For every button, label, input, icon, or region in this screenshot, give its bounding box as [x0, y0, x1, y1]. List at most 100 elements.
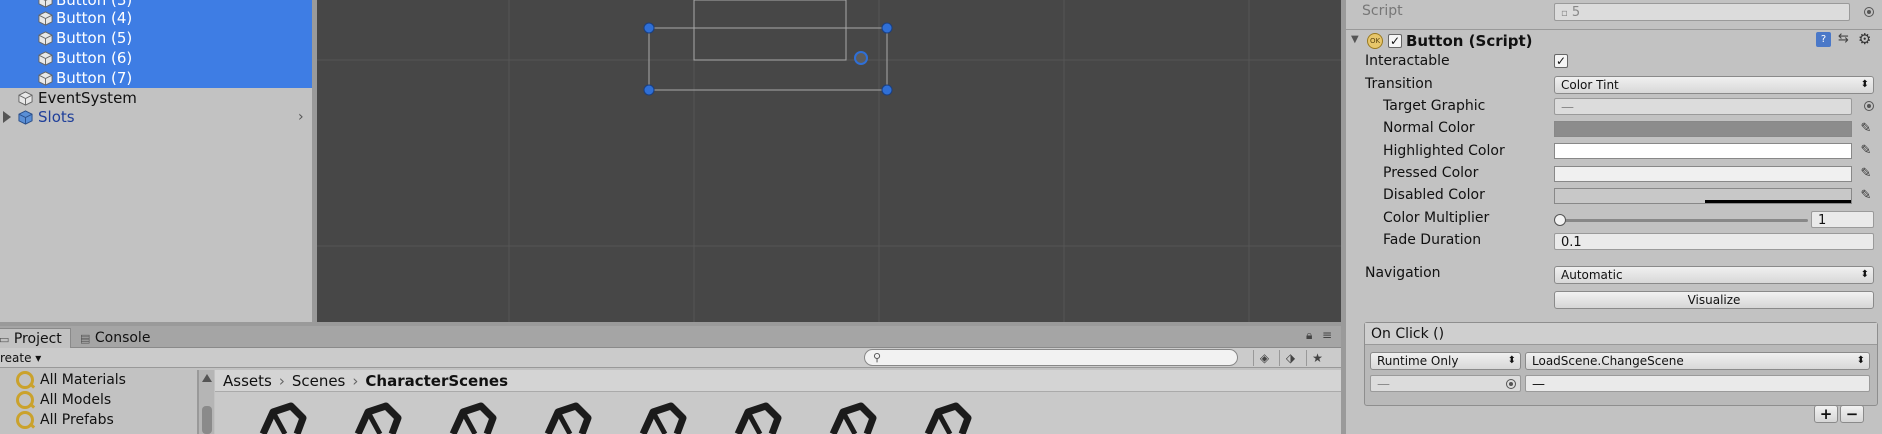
eyedropper-icon[interactable]: ✎	[1859, 188, 1873, 204]
scene-canvas[interactable]	[317, 0, 1341, 322]
disabled-color-swatch[interactable]	[1554, 188, 1852, 204]
scene-asset-icon[interactable]	[346, 398, 408, 434]
tab-console[interactable]: ▤ Console	[72, 328, 158, 348]
hierarchy-item-button-6[interactable]: Button (6)	[0, 48, 312, 68]
console-tab-icon: ▤	[80, 332, 91, 345]
gameobject-cube-icon	[38, 31, 53, 46]
breadcrumb-item-current[interactable]: CharacterScenes	[365, 372, 508, 390]
hierarchy-item-button-7[interactable]: Button (7)	[0, 68, 312, 88]
add-event-button[interactable]: +	[1814, 405, 1838, 423]
create-dropdown[interactable]: reate ▾	[0, 350, 41, 366]
remove-event-button[interactable]: −	[1840, 405, 1864, 423]
highlighted-color-swatch[interactable]	[1554, 143, 1852, 159]
transition-dropdown[interactable]: Color Tint ⬍	[1554, 76, 1874, 94]
pressed-color-label: Pressed Color	[1383, 165, 1479, 181]
component-enabled-checkbox[interactable]: ✓	[1388, 34, 1402, 48]
hierarchy-item-button-5[interactable]: Button (5)	[0, 28, 312, 48]
object-picker-icon[interactable]	[1864, 101, 1874, 111]
scrollbar-thumb[interactable]	[202, 406, 212, 434]
project-panel: ▭ Project ▤ Console 🔒︎ ≡ reate ▾ ⚲ ◈ ⬗ ★…	[0, 326, 1341, 434]
search-icon: ⚲	[873, 351, 882, 364]
search-input[interactable]: ⚲	[864, 349, 1238, 366]
fade-duration-label: Fade Duration	[1383, 232, 1482, 248]
color-multiplier-slider[interactable]	[1558, 219, 1808, 222]
function-value: LoadScene.ChangeScene	[1532, 354, 1684, 368]
breadcrumb-item[interactable]: Scenes	[292, 372, 346, 390]
foldout-arrow-icon[interactable]	[3, 111, 11, 123]
scene-asset-icon[interactable]	[536, 398, 598, 434]
favorite-star-icon[interactable]: ★	[1306, 350, 1328, 366]
dropdown-arrow-icon: ⬍	[1860, 269, 1869, 280]
transition-label: Transition	[1365, 76, 1433, 92]
hierarchy-item-button-4[interactable]: Button (4)	[0, 8, 312, 28]
favorite-label: All Models	[40, 392, 112, 408]
visualize-button[interactable]: Visualize	[1554, 291, 1874, 309]
gear-icon[interactable]: ⚙	[1858, 30, 1871, 48]
hierarchy-item-label: Button (7)	[56, 69, 133, 87]
tab-label: Console	[94, 330, 151, 346]
favorites-scrollbar[interactable]	[198, 370, 214, 434]
pivot-handle[interactable]	[854, 51, 868, 65]
project-tab-icon: ▭	[0, 333, 10, 346]
hierarchy-item-label: EventSystem	[38, 89, 137, 107]
script-field: ▫ 5	[1554, 3, 1850, 21]
scene-asset-icon[interactable]	[251, 398, 313, 434]
component-header[interactable]: ▼ OK ✓ Button (Script) ? ⇆ ⚙	[1346, 29, 1882, 51]
hierarchy-item-eventsystem[interactable]: EventSystem	[0, 88, 312, 108]
rect-transform-gizmo[interactable]	[648, 27, 888, 91]
favorites-list: All Materials All Models All Prefabs	[0, 370, 198, 434]
target-graphic-field[interactable]: —	[1554, 98, 1852, 115]
transition-value: Color Tint	[1561, 78, 1619, 92]
object-picker-icon[interactable]	[1506, 379, 1516, 389]
scene-asset-icon[interactable]	[821, 398, 883, 434]
breadcrumb-separator: ›	[352, 372, 359, 390]
scroll-up-arrow-icon[interactable]	[202, 374, 212, 382]
favorite-item[interactable]: All Prefabs	[16, 410, 114, 430]
eyedropper-icon[interactable]: ✎	[1859, 166, 1873, 182]
eyedropper-icon[interactable]: ✎	[1859, 121, 1873, 137]
foldout-arrow-icon[interactable]: ▼	[1351, 34, 1359, 45]
scene-asset-icon[interactable]	[441, 398, 503, 434]
scene-asset-icon[interactable]	[726, 398, 788, 434]
color-multiplier-input[interactable]: 1	[1811, 211, 1874, 228]
panel-menu-icon[interactable]: ≡	[1322, 328, 1332, 342]
chevron-right-icon[interactable]: ›	[298, 109, 304, 125]
component-title: Button (Script)	[1406, 32, 1533, 50]
event-argument-field[interactable]: —	[1525, 375, 1870, 392]
hierarchy-item-label: Button (5)	[56, 29, 133, 47]
assets-browser: Assets › Scenes › CharacterScenes	[215, 370, 1341, 434]
navigation-value: Automatic	[1561, 268, 1623, 282]
runtime-mode-dropdown[interactable]: Runtime Only ⬍	[1370, 352, 1521, 370]
navigation-dropdown[interactable]: Automatic ⬍	[1554, 266, 1874, 284]
object-picker-icon[interactable]	[1864, 7, 1874, 17]
lock-icon[interactable]: 🔒︎	[1306, 328, 1312, 343]
scene-view[interactable]	[317, 0, 1341, 322]
color-multiplier-label: Color Multiplier	[1383, 210, 1490, 226]
fade-duration-input[interactable]: 0.1	[1554, 233, 1874, 250]
target-graphic-value: —	[1561, 100, 1574, 115]
pressed-color-swatch[interactable]	[1554, 166, 1852, 182]
normal-color-swatch[interactable]	[1554, 121, 1852, 137]
event-object-field[interactable]: —	[1370, 375, 1521, 392]
tab-project[interactable]: ▭ Project	[0, 328, 71, 348]
gameobject-cube-icon	[18, 91, 33, 106]
search-icon	[16, 371, 34, 389]
eyedropper-icon[interactable]: ✎	[1859, 143, 1873, 159]
hierarchy-item-label: Button (6)	[56, 49, 133, 67]
favorite-item[interactable]: All Materials	[16, 370, 126, 390]
search-by-type-icon[interactable]: ◈	[1253, 350, 1275, 366]
slider-thumb[interactable]	[1554, 214, 1566, 226]
scene-asset-icon[interactable]	[631, 398, 693, 434]
breadcrumb-item[interactable]: Assets	[223, 372, 272, 390]
search-by-label-icon[interactable]: ⬗	[1279, 350, 1301, 366]
scene-asset-icon[interactable]	[916, 398, 978, 434]
breadcrumb-separator: ›	[278, 372, 285, 390]
favorite-item[interactable]: All Models	[16, 390, 111, 410]
highlighted-color-label: Highlighted Color	[1383, 143, 1505, 159]
function-dropdown[interactable]: LoadScene.ChangeScene ⬍	[1525, 352, 1870, 370]
hierarchy-item-slots[interactable]: Slots ›	[0, 107, 312, 127]
normal-color-label: Normal Color	[1383, 120, 1475, 136]
interactable-checkbox[interactable]: ✓	[1554, 54, 1568, 68]
help-icon[interactable]: ?	[1816, 32, 1831, 47]
preset-icon[interactable]: ⇆	[1838, 31, 1849, 46]
